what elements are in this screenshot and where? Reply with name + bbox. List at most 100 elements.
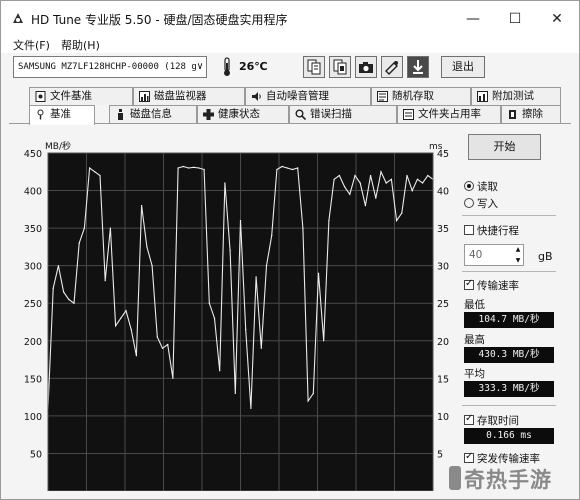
max-label: 最高 [464, 334, 485, 346]
short-stroke-stepper[interactable]: ▲ ▼ [512, 244, 524, 266]
data-point [297, 167, 299, 169]
tab-label: 健康状态 [218, 108, 260, 120]
maximize-button[interactable]: ☐ [495, 7, 535, 31]
tab-disk-monitor[interactable]: 磁盘监视器 [133, 87, 245, 105]
data-point [219, 370, 221, 372]
menu-file[interactable]: 文件(F) [13, 37, 50, 53]
y-tick-left: 100 [24, 412, 42, 423]
transfer-rate-checkbox[interactable]: 传输速率 [464, 278, 519, 293]
short-stroke-unit: gB [538, 250, 553, 263]
data-point [338, 174, 340, 177]
data-point [396, 220, 398, 222]
tab-label: 自动噪音管理 [266, 90, 329, 102]
data-point [89, 167, 91, 169]
data-point [109, 227, 111, 229]
data-point [156, 336, 158, 338]
data-point [307, 400, 309, 402]
data-point [411, 190, 413, 192]
data-point [198, 167, 200, 169]
checkbox-box [464, 413, 474, 425]
max-value: 430.3 MB/秒 [464, 347, 554, 363]
copy-info-icon [333, 59, 347, 75]
data-point [177, 167, 179, 169]
tab-benchmark[interactable]: 基准 [29, 105, 95, 125]
tab-file-benchmark[interactable]: 文件基准 [29, 87, 133, 105]
start-button[interactable]: 开始 [468, 134, 541, 160]
data-point [83, 227, 85, 229]
menu-help[interactable]: 帮助(H) [61, 37, 100, 53]
close-button[interactable]: ✕ [537, 7, 577, 31]
screenshot-button[interactable] [355, 56, 377, 78]
short-stroke-checkbox[interactable]: 快捷行程 [464, 223, 519, 238]
y-tick-right: 5 [437, 449, 443, 460]
data-point [271, 235, 273, 237]
tab-label: 擦除 [522, 108, 543, 120]
data-point [281, 165, 283, 168]
copy-text-button[interactable] [303, 56, 325, 78]
divider [462, 271, 556, 272]
tab-noise-management[interactable]: 自动噪音管理 [245, 87, 371, 105]
title-bar[interactable]: HD Tune 专业版 5.50 - 硬盘/固态硬盘实用程序 — ☐ ✕ [1, 1, 579, 35]
tab-health[interactable]: 健康状态 [197, 105, 289, 123]
min-label: 最低 [464, 299, 485, 311]
save-arrow-icon [413, 60, 423, 74]
tab-error-scan[interactable]: 错误扫描 [289, 105, 397, 123]
exit-button[interactable]: 退出 [441, 56, 485, 78]
minimize-button[interactable]: — [453, 7, 493, 31]
data-point [57, 265, 60, 267]
copy-info-button[interactable] [329, 56, 351, 78]
tab-label: 磁盘信息 [130, 108, 172, 120]
access-time-checkbox[interactable]: 存取时间 [464, 413, 519, 428]
tab-label: 错误扫描 [310, 108, 352, 120]
data-point [406, 174, 408, 177]
y-tick-left: 50 [30, 449, 42, 460]
data-point [250, 407, 252, 409]
data-point [359, 182, 361, 184]
data-point [312, 392, 314, 394]
temperature-readout: 26℃ [239, 60, 268, 73]
health-icon [203, 109, 214, 120]
data-point [286, 167, 288, 169]
y-tick-left: 150 [24, 374, 42, 385]
thermometer-icon [224, 57, 230, 76]
options-button[interactable] [381, 56, 403, 78]
disk-monitor-icon [139, 91, 150, 102]
tab-disk-info[interactable]: 磁盘信息 [109, 105, 197, 123]
divider [462, 215, 556, 216]
window-title: HD Tune 专业版 5.50 - 硬盘/固态硬盘实用程序 [31, 13, 288, 27]
tab-label: 附加测试 [492, 90, 534, 102]
data-point [161, 347, 164, 349]
data-point [203, 168, 205, 171]
data-point [354, 174, 356, 177]
data-point [234, 392, 236, 394]
stepper-down-icon[interactable]: ▼ [512, 255, 524, 266]
benchmark-chart-svg: MB/秒 ms4504003503002502001501005045403530… [24, 140, 449, 491]
watermark: 奇热手游网 [448, 458, 558, 500]
data-point [135, 355, 137, 357]
data-point [146, 246, 148, 248]
write-radio[interactable]: 写入 [464, 196, 498, 211]
tab-extra-tests[interactable]: 附加测试 [471, 87, 561, 105]
data-point [302, 227, 304, 229]
y-tick-right: 10 [437, 412, 449, 423]
save-button[interactable] [407, 56, 429, 78]
data-point [208, 302, 210, 304]
data-point [416, 178, 418, 180]
tab-erase[interactable]: 擦除 [501, 105, 561, 123]
y-tick-left: 400 [24, 187, 42, 198]
folder-usage-icon [403, 109, 414, 120]
read-radio[interactable]: 读取 [464, 179, 498, 194]
drive-select[interactable]: SAMSUNG MZ7LF128HCHP-00000 (128 g ∨ [13, 56, 207, 78]
erase-icon [509, 110, 516, 119]
watermark-badge-icon [449, 466, 461, 490]
tab-folder-usage[interactable]: 文件夹占用率 [397, 105, 501, 123]
data-point [328, 220, 330, 222]
y-tick-right: 30 [437, 262, 449, 273]
data-point [182, 165, 184, 168]
y-axis-left-unit: MB/秒 [45, 140, 71, 152]
data-point [370, 174, 372, 177]
tab-random-access[interactable]: 随机存取 [371, 87, 471, 105]
transfer-rate-label: 传输速率 [477, 280, 519, 292]
data-point [260, 347, 262, 349]
stepper-up-icon[interactable]: ▲ [512, 244, 524, 255]
